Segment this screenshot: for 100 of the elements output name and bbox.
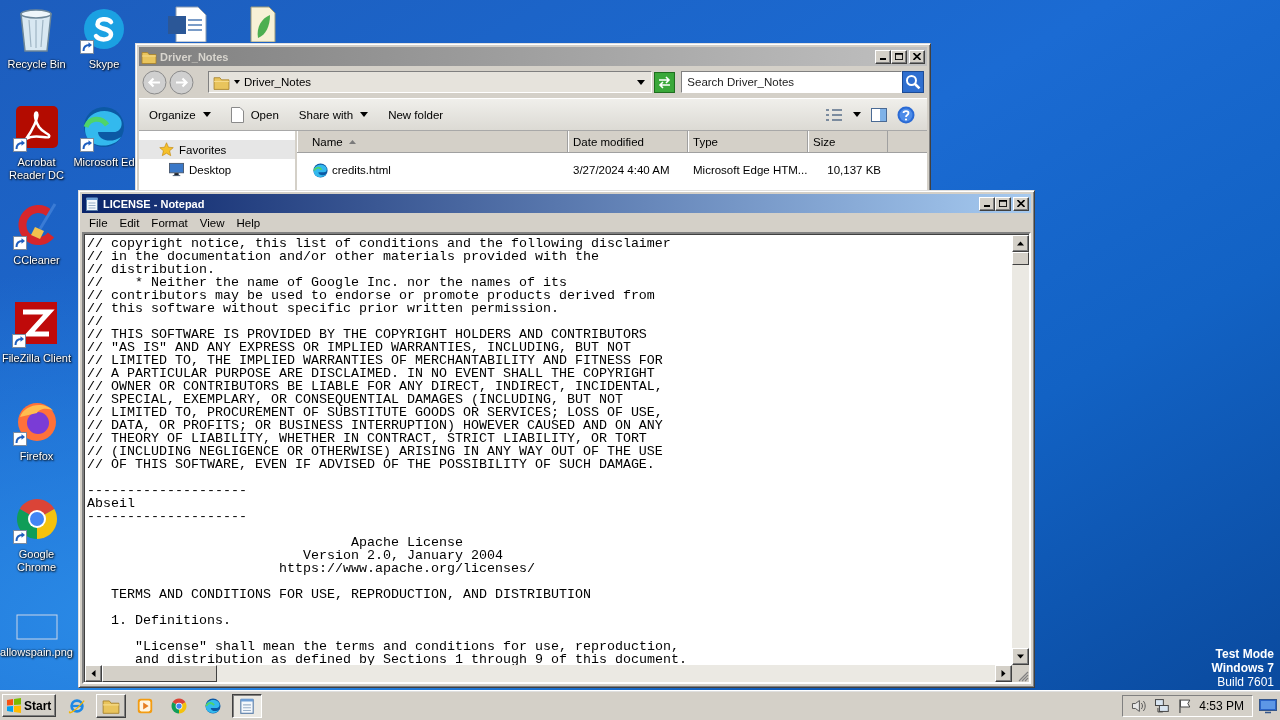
text-line: // OWNER OR CONTRIBUTORS BE LIABLE FOR ANY DIRECT, INDIRECT, INCIDENTAL,: [87, 379, 663, 394]
close-button[interactable]: [909, 49, 925, 64]
scroll-thumb[interactable]: [1012, 252, 1029, 265]
maximize-button[interactable]: [995, 196, 1011, 211]
text-line: //: [87, 314, 103, 329]
text-line: // contributors may be used to endorse or promote products derived from: [87, 288, 655, 303]
icon-label[interactable]: FileZilla Client: [1, 352, 72, 365]
icon-label[interactable]: Firefox: [19, 450, 54, 463]
text-line: // in the documentation and/or other materials provided with the: [87, 249, 599, 264]
preview-pane-icon[interactable]: [871, 106, 887, 123]
windows-logo-icon: [6, 698, 22, 713]
caret-icon: [233, 79, 240, 85]
text-line: TERMS AND CONDITIONS FOR USE, REPRODUCTION, AND DISTRIBUTION: [111, 587, 591, 602]
caret-icon: [360, 112, 369, 117]
icon-label[interactable]: Microsoft Ed: [73, 156, 135, 169]
monitor-icon: [169, 162, 184, 177]
clock[interactable]: 4:53 PM: [1199, 698, 1244, 713]
close-icon: [913, 53, 921, 60]
text-line: // this software without specific prior written permission.: [87, 301, 559, 316]
nav-item[interactable]: Favorites: [139, 140, 295, 159]
menu-item[interactable]: View: [193, 216, 231, 229]
scroll-up-button[interactable]: [1012, 235, 1029, 252]
toolbar-button[interactable]: New folder: [384, 105, 448, 124]
document-icon: [230, 106, 244, 123]
internet-explorer-icon: [68, 696, 86, 715]
text-line: Apache License: [350, 535, 463, 550]
menu-item[interactable]: Format: [145, 216, 194, 229]
back-icon[interactable]: [142, 69, 167, 95]
search-field[interactable]: Search Driver_Notes: [681, 71, 903, 93]
left-arrow-icon: [90, 670, 97, 677]
maximize-icon: [895, 53, 903, 60]
menu-button[interactable]: Share with: [294, 105, 373, 124]
toolbar-button[interactable]: Open: [226, 103, 283, 126]
flag-icon[interactable]: [1176, 697, 1193, 714]
text-line: Version 2.0, January 2004: [302, 548, 503, 563]
scroll-right-button[interactable]: [995, 665, 1012, 682]
text-line: // LIMITED TO, THE IMPLIED WARRANTIES OF MERCHANTABILITY AND FITNESS FOR: [87, 353, 663, 368]
icon-label[interactable]: Recycle Bin: [7, 58, 66, 71]
text-line: https://www.apache.org/licenses/: [278, 561, 535, 576]
nav-item[interactable]: Desktop: [139, 160, 295, 179]
horizontal-scrollbar[interactable]: [85, 665, 1012, 682]
down-arrow-icon: [1017, 653, 1024, 660]
icon-label[interactable]: allowspain.png: [0, 646, 73, 659]
caret-icon[interactable]: [637, 79, 646, 85]
right-arrow-icon: [1000, 670, 1007, 677]
menu-button[interactable]: Organize: [145, 105, 215, 124]
icon-label[interactable]: Google Chrome: [0, 548, 73, 574]
table-cell-text: 10,137 KB: [826, 164, 882, 176]
vertical-scrollbar[interactable]: [1012, 235, 1029, 665]
close-button[interactable]: [1013, 196, 1029, 211]
volume-icon[interactable]: [1131, 697, 1147, 714]
caret-icon: [202, 112, 211, 117]
resize-grip-icon[interactable]: [1017, 670, 1029, 682]
star-icon: [159, 142, 174, 157]
maximize-icon: [999, 200, 1007, 207]
show-desktop-icon[interactable]: [1259, 697, 1277, 714]
text-line: "License" shall mean the terms and conditions for use, reproduction,: [135, 639, 679, 654]
text-line: --------------------: [87, 483, 247, 498]
column-header[interactable]: Date modified: [568, 131, 688, 152]
list-view-icon[interactable]: [825, 107, 843, 122]
scroll-left-button[interactable]: [85, 665, 102, 682]
icon-label[interactable]: Acrobat Reader DC: [0, 156, 73, 182]
menu-item[interactable]: File: [83, 216, 114, 229]
build-text: Build 7601: [1217, 675, 1274, 689]
search-icon[interactable]: [902, 71, 924, 93]
column-header[interactable]: Size: [808, 131, 888, 152]
text-line: // * Neither the name of Google Inc. nor the names of its: [87, 275, 567, 290]
text-line: and distribution as defined by Sections 1 through 9 of this document.: [135, 652, 687, 665]
window-title: Driver_Notes: [160, 50, 230, 63]
help-icon[interactable]: [897, 105, 915, 124]
file-name[interactable]: credits.html: [332, 164, 391, 176]
maximize-button[interactable]: [891, 49, 907, 64]
text-line: 1. Definitions.: [111, 613, 231, 628]
scroll-down-button[interactable]: [1012, 648, 1029, 665]
icon-label[interactable]: CCleaner: [13, 254, 60, 267]
minimize-button[interactable]: [979, 196, 995, 211]
caret-icon[interactable]: [853, 112, 861, 117]
menu-item[interactable]: Help: [230, 216, 267, 229]
taskbar-button[interactable]: [232, 693, 262, 718]
icon-label[interactable]: Skype: [88, 58, 120, 71]
text-line: // A PARTICULAR PURPOSE ARE DISCLAIMED. IN NO EVENT SHALL THE COPYRIGHT: [87, 366, 655, 381]
notepad-icon: [238, 696, 256, 715]
scroll-thumb[interactable]: [102, 665, 217, 682]
text-line: // SPECIAL, EXEMPLARY, OR CONSEQUENTIAL DAMAGES (INCLUDING, BUT NOT: [87, 392, 623, 407]
minimize-button[interactable]: [875, 49, 891, 64]
column-header[interactable]: Type: [688, 131, 808, 152]
text-line: // distribution.: [87, 262, 215, 277]
text-line: // "AS IS" AND ANY EXPRESS OR IMPLIED WARRANTIES, INCLUDING, BUT NOT: [87, 340, 631, 355]
refresh-icon[interactable]: [654, 71, 676, 93]
text-line: Abseil: [87, 496, 135, 511]
start-button[interactable]: Start: [2, 694, 56, 717]
network-icon[interactable]: [1153, 697, 1170, 714]
menu-item[interactable]: Edit: [113, 216, 146, 229]
text-line: // (INCLUDING NEGLIGENCE OR OTHERWISE) ARISING IN ANY WAY OUT OF THE USE: [87, 444, 663, 459]
close-icon: [1017, 200, 1025, 207]
text-area[interactable]: [85, 235, 1012, 665]
text-line: --------------------: [87, 509, 247, 524]
forward-icon[interactable]: [168, 69, 194, 95]
address-bar[interactable]: Driver_Notes: [207, 71, 653, 93]
column-header[interactable]: Name: [297, 131, 568, 152]
